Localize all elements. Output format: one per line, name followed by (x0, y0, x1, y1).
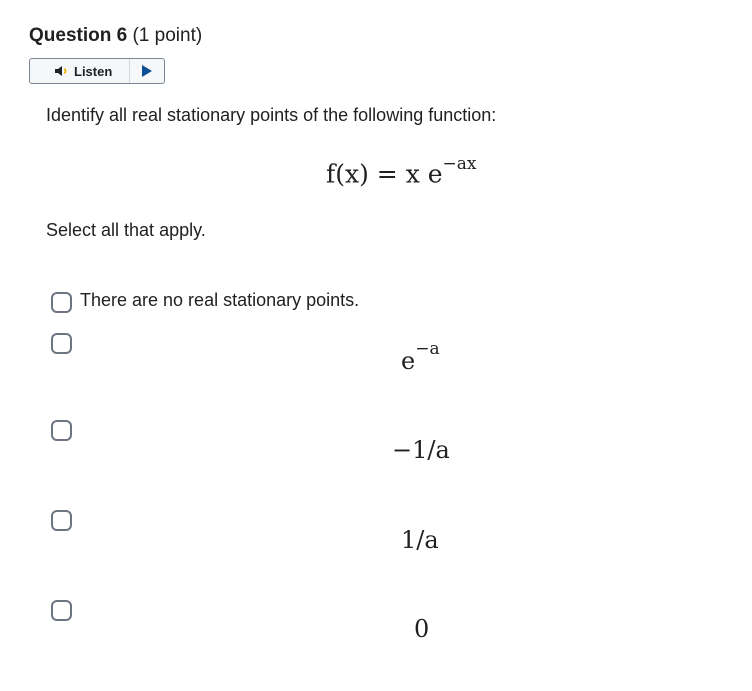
play-icon (142, 65, 152, 77)
option-checkbox-1[interactable] (51, 292, 72, 313)
function-formula: f(x) = x e−ax (326, 154, 477, 189)
option-checkbox-3[interactable] (51, 420, 72, 441)
speaker-icon (55, 66, 67, 76)
formula-exponent: −ax (442, 154, 477, 174)
option-2-base: e (401, 347, 416, 375)
question-prompt: Identify all real stationary points of t… (46, 105, 497, 125)
question-points: (1 point) (132, 25, 203, 46)
listen-player: Listen (29, 58, 165, 84)
option-label-1: There are no real stationary points. (80, 290, 360, 310)
option-checkbox-4[interactable] (51, 510, 72, 531)
question-number: Question 6 (29, 25, 128, 46)
option-label-5: 0 (414, 615, 430, 643)
listen-button[interactable]: Listen (30, 59, 130, 83)
option-checkbox-5[interactable] (51, 600, 72, 621)
option-2-exponent: −a (415, 339, 440, 359)
option-label-3: −1/a (392, 436, 450, 464)
select-all-instruction: Select all that apply. (46, 220, 206, 240)
option-label-4: 1/a (401, 526, 439, 554)
option-checkbox-2[interactable] (51, 333, 72, 354)
question-title: Question 6 (1 point) (29, 25, 202, 47)
play-button[interactable] (130, 59, 164, 83)
listen-label: Listen (74, 63, 113, 79)
option-label-2: e−a (401, 339, 440, 375)
formula-main: f(x) = x e (326, 159, 443, 189)
